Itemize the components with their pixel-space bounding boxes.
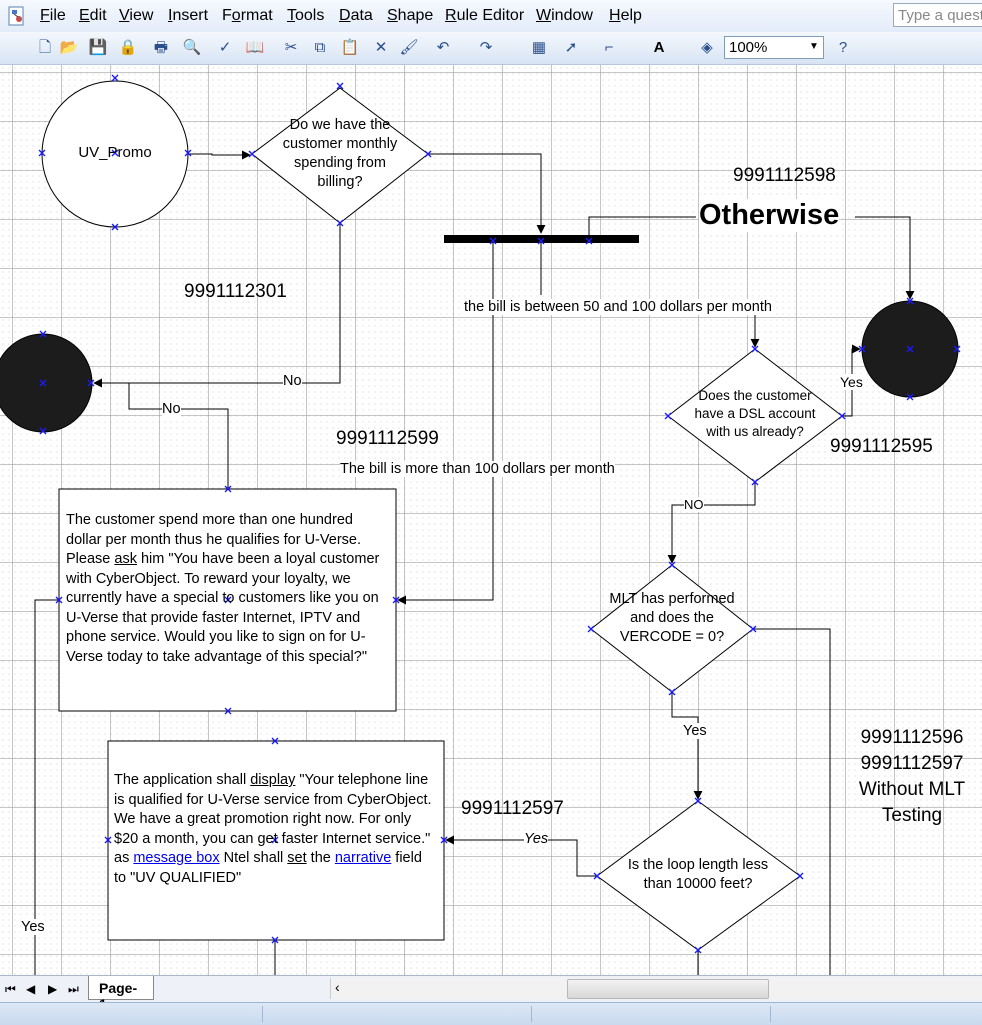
- horizontal-scrollbar[interactable]: ‹: [330, 978, 982, 999]
- paste-icon[interactable]: 📋: [339, 37, 361, 59]
- code-2596-line: 9991112596: [860, 727, 964, 748]
- undo-icon[interactable]: ↶: [432, 37, 454, 59]
- permission-icon[interactable]: 🔒: [117, 37, 139, 59]
- box2-part3: Ntel shall: [219, 850, 288, 866]
- testing-line: Testing: [881, 805, 943, 826]
- visio-app-icon[interactable]: [6, 5, 28, 27]
- code-2599-label: 9991112599: [336, 428, 439, 449]
- last-page-icon[interactable]: ⏭: [68, 982, 79, 997]
- scroll-left-icon[interactable]: ‹: [335, 979, 340, 995]
- help-icon[interactable]: ?: [832, 37, 854, 59]
- bill-over-100-label: The bill is more than 100 dollars per mo…: [340, 461, 615, 477]
- fill-icon[interactable]: ◈: [696, 37, 718, 59]
- save-icon[interactable]: 💾: [87, 37, 109, 59]
- pointer-icon[interactable]: ➚: [560, 37, 582, 59]
- yes-dsl-label: Yes: [840, 374, 863, 390]
- box1-verb: ask: [114, 551, 137, 567]
- box2-part4: the: [306, 850, 335, 866]
- menu-edit[interactable]: Edit: [79, 7, 107, 25]
- code-2597-label: 9991112597: [461, 798, 564, 819]
- menu-data[interactable]: Data: [339, 7, 373, 25]
- new-icon[interactable]: 🗋: [34, 37, 56, 59]
- spelling-icon[interactable]: ✓: [214, 37, 236, 59]
- no-label-3: NO: [684, 497, 704, 512]
- delete-icon[interactable]: ✕: [370, 37, 392, 59]
- no-label-1: No: [283, 373, 302, 389]
- without-mlt-line: Without MLT: [858, 779, 966, 800]
- standard-toolbar: 🗋 📂 💾 🔒 🖶 🔍 ✓ 📖 ✂ ⧉ 📋 ✕ 🖌 ↶ ↷ ▦ ➚ ⌐ A ◈? 100% ▼: [0, 32, 982, 65]
- code-2301-label: 9991112301: [184, 281, 287, 302]
- no-label-2: No: [162, 401, 181, 417]
- code-2595-label: 9991112595: [830, 436, 933, 457]
- box1-part2: him "You have been a loyal customer with…: [66, 551, 380, 665]
- menu-format[interactable]: Format: [222, 7, 273, 25]
- decision-loop-text: Is the loop length less than 10000 feet?: [627, 857, 769, 892]
- code-2598-label: 9991112598: [733, 165, 836, 186]
- menu-rule-editor[interactable]: Rule Editor: [445, 7, 524, 25]
- tab-page-1[interactable]: Page-1: [88, 976, 154, 1012]
- page-tab-bar: ⏮ ◀ ▶ ⏭ Page-1 ‹: [0, 975, 982, 1012]
- decision-dsl-text: Does the customer have a DSL account wit…: [694, 388, 816, 439]
- code-2597-line: 9991112597: [860, 753, 964, 774]
- box2-part1: The application shall: [114, 772, 251, 788]
- drawing-canvas[interactable]: UV_Promo Do we have the customer monthly…: [0, 65, 982, 975]
- menu-tools[interactable]: Tools: [287, 7, 324, 25]
- box2-verb1: display: [250, 772, 296, 788]
- open-icon[interactable]: 📂: [58, 37, 80, 59]
- menu-view[interactable]: View: [119, 7, 153, 25]
- status-segment-3: [535, 1006, 771, 1022]
- decision-mlt-text: MLT has performed and does the VERCODE =…: [609, 591, 735, 645]
- prev-page-icon[interactable]: ◀: [26, 982, 35, 996]
- end-circle-left[interactable]: [0, 333, 93, 433]
- scroll-thumb[interactable]: [567, 979, 769, 999]
- chevron-down-icon[interactable]: ▼: [806, 37, 822, 57]
- cut-icon[interactable]: ✂: [280, 37, 302, 59]
- box2-verb2: set: [287, 850, 307, 866]
- status-segment-1: [0, 1006, 263, 1022]
- research-icon[interactable]: 📖: [244, 37, 266, 59]
- message-box-link[interactable]: message box: [133, 850, 219, 866]
- print-preview-icon[interactable]: 🔍: [181, 37, 203, 59]
- help-question-input[interactable]: Type a question for help: [893, 3, 982, 27]
- menu-file[interactable]: File: [40, 7, 66, 25]
- yes-mlt-label: Yes: [683, 723, 707, 739]
- connector-icon[interactable]: ⌐: [598, 37, 620, 59]
- copy-icon[interactable]: ⧉: [309, 37, 331, 59]
- start-circle-label: UV_Promo: [78, 144, 152, 161]
- text-icon[interactable]: A: [648, 37, 670, 59]
- format-painter-icon[interactable]: 🖌: [398, 37, 420, 59]
- print-icon[interactable]: 🖶: [150, 37, 172, 59]
- narrative-link[interactable]: narrative: [335, 850, 391, 866]
- otherwise-label: Otherwise: [699, 199, 840, 232]
- menu-window[interactable]: Window: [536, 7, 593, 25]
- yes-left-label: Yes: [21, 919, 45, 935]
- menu-help[interactable]: Help: [609, 7, 642, 25]
- menu-bar: File Edit View Insert Format Tools Data Shape Ru…: [0, 0, 982, 32]
- message-box-2-text: The application shall display "Your tele…: [114, 771, 438, 888]
- yes-loop-label: Yes: [524, 831, 549, 847]
- next-page-icon[interactable]: ▶: [48, 982, 57, 996]
- code-mlt-label: 9991112596 9991112597 Without MLT Testin…: [848, 725, 976, 829]
- status-bar: [0, 1002, 982, 1025]
- redo-icon[interactable]: ↷: [475, 37, 497, 59]
- message-box-1-text: The customer spend more than one hundred…: [66, 511, 388, 667]
- decision-spending-text: Do we have the customer monthly spending…: [282, 117, 398, 190]
- menu-shape[interactable]: Shape: [387, 7, 433, 25]
- shapes-icon[interactable]: ▦: [528, 37, 550, 59]
- first-page-icon[interactable]: ⏮: [5, 982, 16, 997]
- status-segment-2: [266, 1006, 532, 1022]
- menu-insert[interactable]: Insert: [168, 7, 208, 25]
- bill-50-100-label: the bill is between 50 and 100 dollars p…: [464, 299, 772, 315]
